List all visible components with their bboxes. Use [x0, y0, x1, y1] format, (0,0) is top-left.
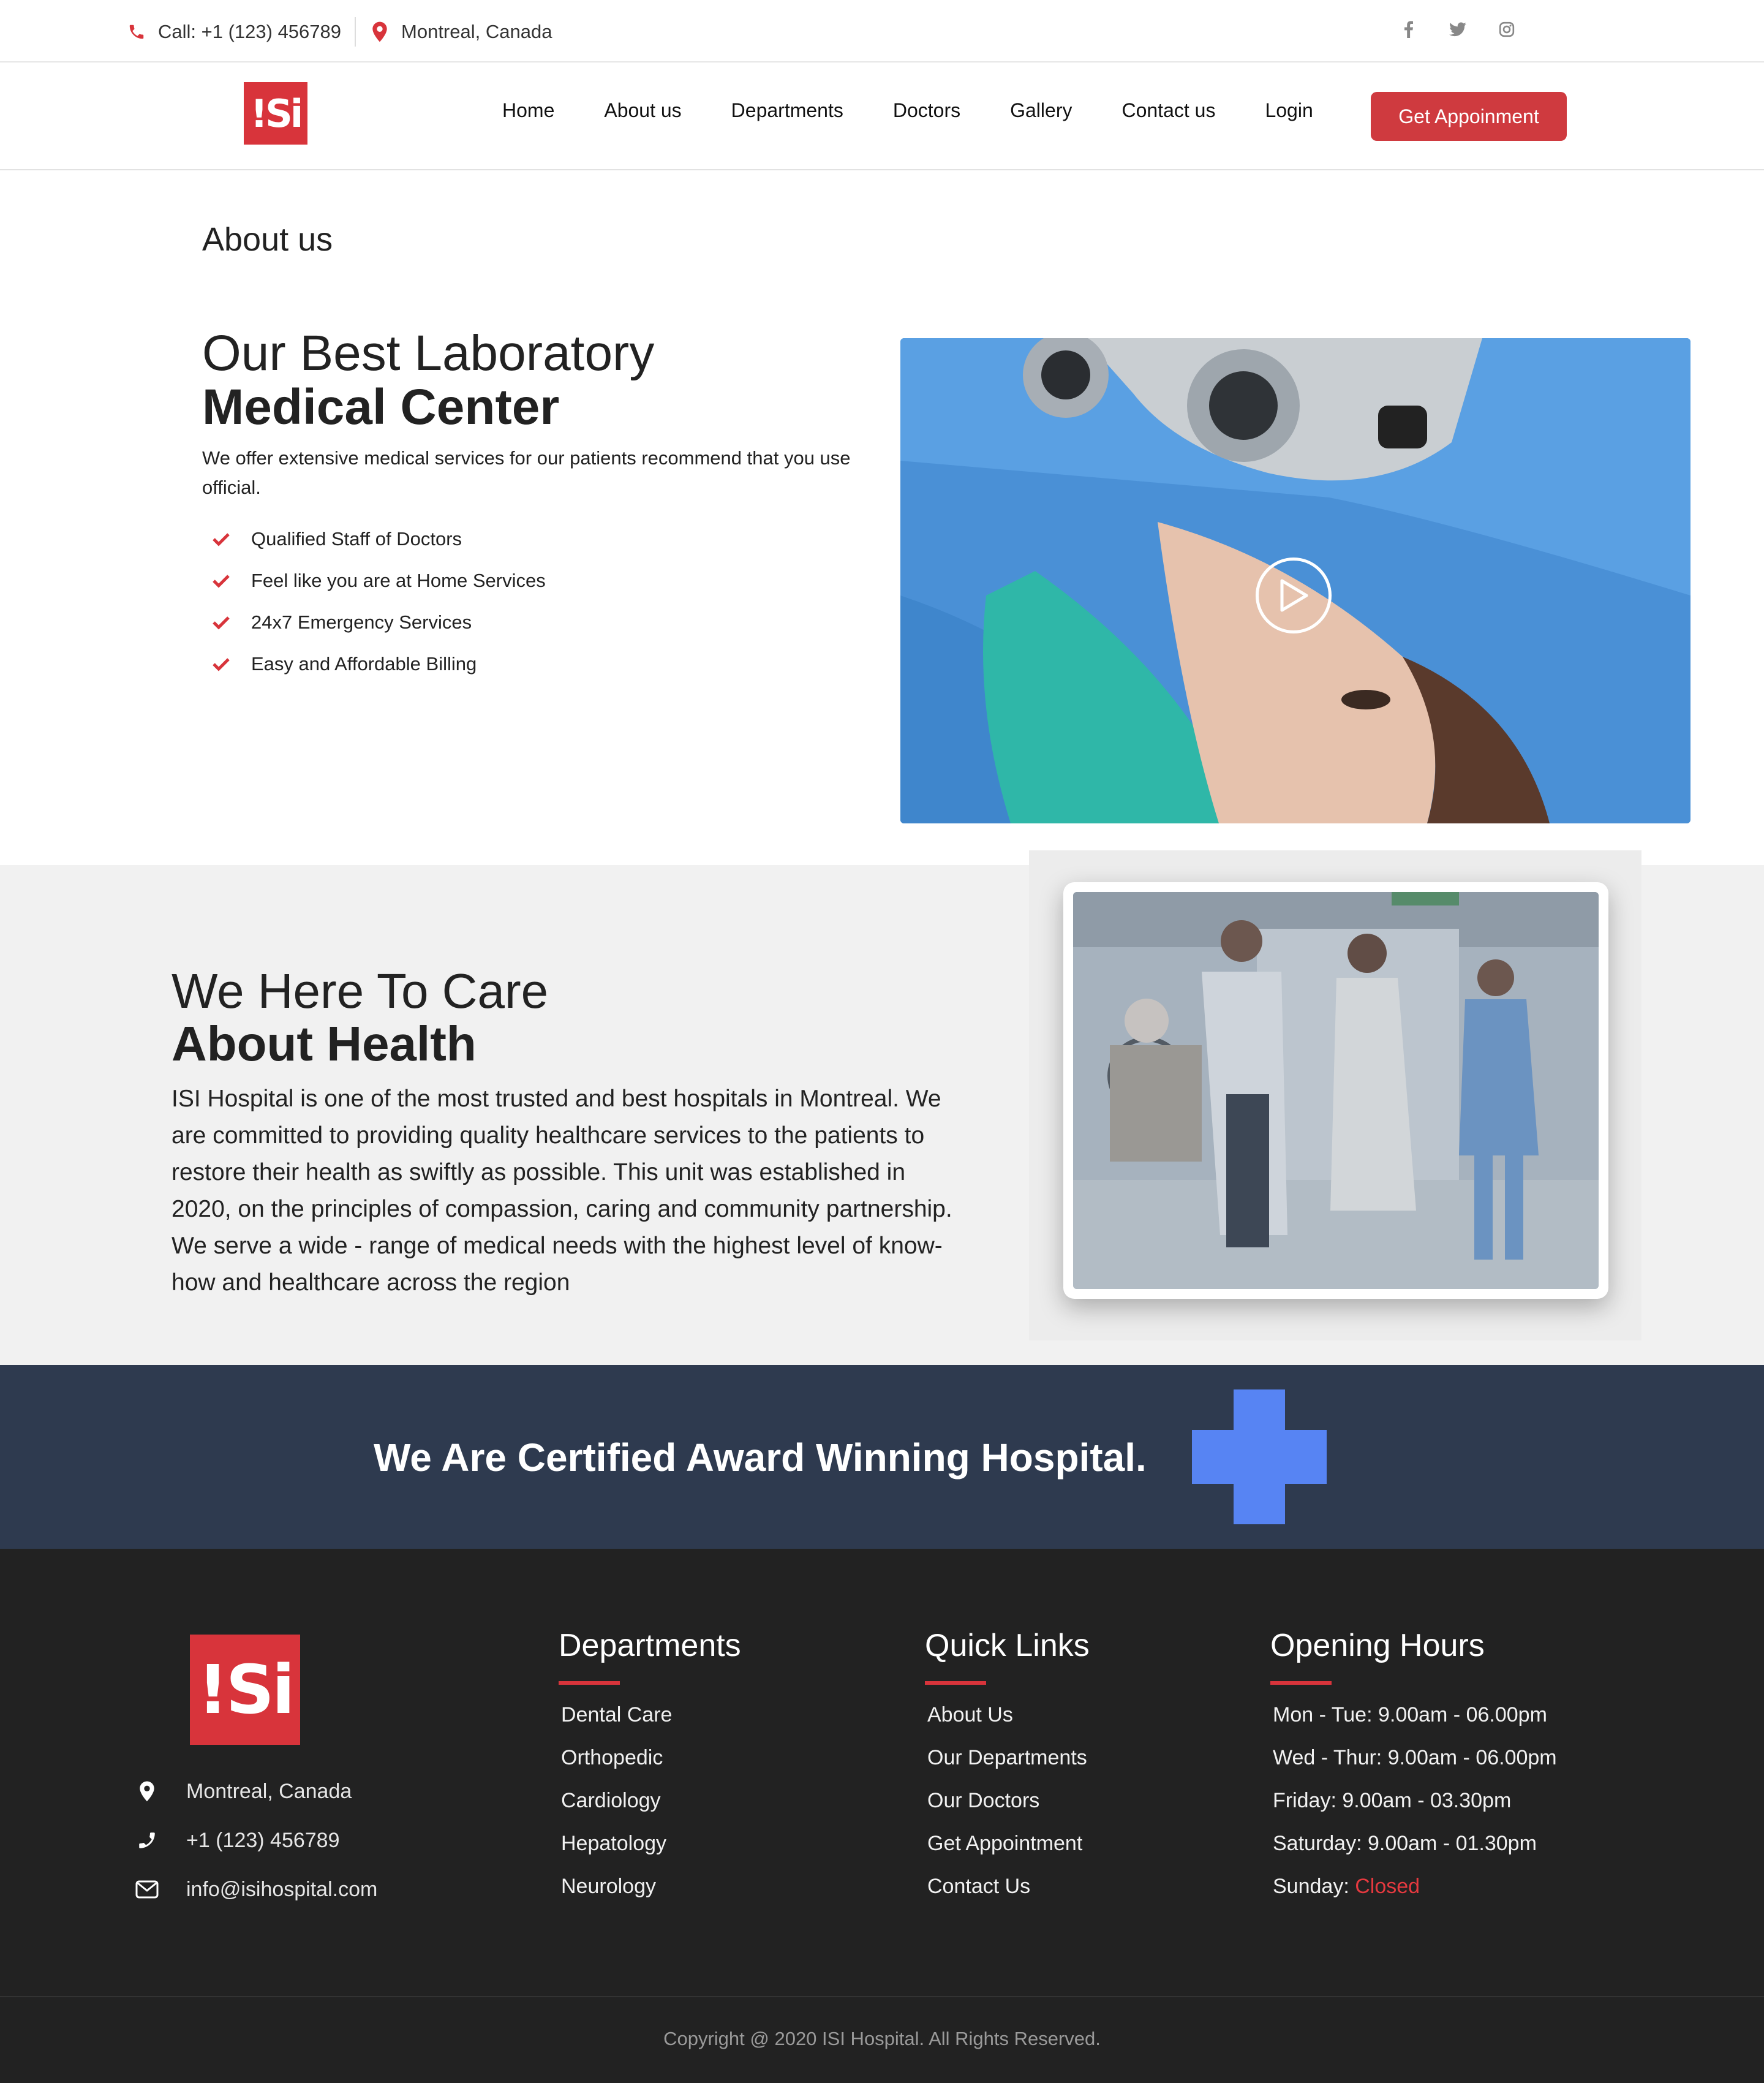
feature-item: Easy and Affordable Billing — [212, 643, 546, 685]
quick-link[interactable]: About Us — [925, 1693, 1090, 1736]
quick-link[interactable]: Contact Us — [925, 1865, 1090, 1908]
footer-logo-text: !Si — [197, 1650, 295, 1729]
hours-row: Mon - Tue: 9.00am - 06.00pm — [1273, 1703, 1547, 1726]
footer-phone-text[interactable]: +1 (123) 456789 — [186, 1829, 339, 1853]
page-title: About us — [202, 221, 333, 258]
lab-video-thumbnail[interactable] — [900, 338, 1691, 823]
nav-about-us[interactable]: About us — [604, 99, 681, 122]
title-underline — [1270, 1681, 1332, 1685]
map-pin-icon — [135, 1780, 159, 1802]
department-link[interactable]: Neurology — [559, 1865, 741, 1908]
nav-gallery[interactable]: Gallery — [1010, 99, 1072, 122]
footer-hours-title: Opening Hours — [1270, 1628, 1485, 1663]
check-icon — [212, 657, 233, 671]
hours-row: Wed - Thur: 9.00am - 06.00pm — [1273, 1746, 1557, 1769]
about-description: We offer extensive medical services for … — [202, 447, 851, 498]
feature-item: Qualified Staff of Doctors — [212, 518, 546, 560]
care-description: ISI Hospital is one of the most trusted … — [172, 1086, 952, 1296]
feature-list: Qualified Staff of Doctors Feel like you… — [212, 518, 546, 685]
feature-label: Feel like you are at Home Services — [251, 570, 546, 591]
about-heading-bold: Medical Center — [202, 379, 560, 435]
feature-label: Easy and Affordable Billing — [251, 653, 477, 675]
department-link[interactable]: Cardiology — [559, 1779, 741, 1822]
top-contact: Call: +1 (123) 456789 Montreal, Canada — [126, 17, 552, 47]
footer-email-text[interactable]: info@isihospital.com — [186, 1878, 377, 1902]
site-logo[interactable]: !Si — [244, 82, 307, 145]
care-heading-light: We Here To Care — [172, 964, 549, 1018]
envelope-icon — [135, 1880, 159, 1899]
award-text: We Are Certified Award Winning Hospital. — [374, 1435, 1147, 1480]
nav-login[interactable]: Login — [1265, 99, 1313, 122]
map-pin-icon — [369, 21, 390, 42]
nav-contact-us[interactable]: Contact us — [1121, 99, 1215, 122]
footer-phone: +1 (123) 456789 — [135, 1816, 377, 1865]
top-location-text: Montreal, Canada — [401, 21, 552, 42]
nav-doctors[interactable]: Doctors — [893, 99, 960, 122]
title-underline — [559, 1681, 620, 1685]
hours-row: Saturday: 9.00am - 01.30pm — [1273, 1832, 1537, 1855]
check-icon — [212, 532, 233, 546]
top-phone-text[interactable]: Call: +1 (123) 456789 — [158, 21, 341, 43]
hospital-corridor-photo — [1073, 892, 1599, 1289]
top-bar: Call: +1 (123) 456789 Montreal, Canada — [0, 0, 1764, 62]
phone-icon — [126, 21, 147, 42]
main-navbar: !Si Home About us Departments Doctors Ga… — [0, 62, 1764, 170]
feature-label: 24x7 Emergency Services — [251, 611, 472, 633]
phone-icon — [135, 1830, 159, 1851]
feature-item: 24x7 Emergency Services — [212, 602, 546, 643]
footer-quick-links: Quick Links About Us Our Departments Our… — [925, 1627, 1090, 1908]
footer-quick-links-title: Quick Links — [925, 1628, 1090, 1663]
award-banner: We Are Certified Award Winning Hospital. — [0, 1365, 1764, 1549]
check-icon — [212, 573, 233, 588]
hours-row-sunday: Sunday: Closed — [1270, 1865, 1557, 1908]
nav-home[interactable]: Home — [502, 99, 554, 122]
quick-link[interactable]: Our Departments — [925, 1736, 1090, 1779]
get-appointment-button[interactable]: Get Appoinment — [1371, 92, 1567, 141]
footer-departments-title: Departments — [559, 1628, 741, 1663]
footer-contact: Montreal, Canada +1 (123) 456789 info@is… — [135, 1767, 377, 1914]
instagram-icon[interactable] — [1497, 20, 1517, 39]
site-footer: !Si Montreal, Canada +1 (123) 456789 inf… — [0, 1549, 1764, 2083]
sunday-label: Sunday: — [1273, 1875, 1355, 1898]
hospital-photo-frame — [1063, 882, 1608, 1299]
logo-text: !Si — [250, 91, 303, 136]
hours-row: Friday: 9.00am - 03.30pm — [1273, 1789, 1512, 1812]
facebook-icon[interactable] — [1399, 20, 1419, 39]
about-heading-light: Our Best Laboratory — [202, 325, 655, 381]
check-icon — [212, 615, 233, 630]
footer-location-text: Montreal, Canada — [186, 1779, 352, 1803]
play-icon[interactable] — [1256, 558, 1332, 633]
title-underline — [925, 1681, 986, 1685]
footer-opening-hours: Opening Hours Mon - Tue: 9.00am - 06.00p… — [1270, 1627, 1557, 1908]
feature-item: Feel like you are at Home Services — [212, 560, 546, 602]
nav-departments[interactable]: Departments — [731, 99, 843, 122]
twitter-icon[interactable] — [1448, 20, 1468, 39]
department-link[interactable]: Hepatology — [559, 1822, 741, 1865]
footer-location: Montreal, Canada — [135, 1767, 377, 1816]
quick-link[interactable]: Get Appointment — [925, 1822, 1090, 1865]
care-heading-bold: About Health — [172, 1016, 477, 1071]
department-link[interactable]: Orthopedic — [559, 1736, 741, 1779]
footer-bottom: Copyright @ 2020 ISI Hospital. All Right… — [0, 1996, 1764, 2083]
care-section: We Here To Care About Health ISI Hospita… — [0, 850, 1764, 1365]
footer-departments: Departments Dental Care Orthopedic Cardi… — [559, 1627, 741, 1908]
sunday-closed-status: Closed — [1355, 1875, 1420, 1898]
social-links — [1399, 20, 1517, 39]
divider — [355, 17, 356, 47]
feature-label: Qualified Staff of Doctors — [251, 528, 462, 550]
medical-cross-icon — [1192, 1430, 1327, 1484]
footer-email: info@isihospital.com — [135, 1865, 377, 1914]
department-link[interactable]: Dental Care — [559, 1693, 741, 1736]
quick-link[interactable]: Our Doctors — [925, 1779, 1090, 1822]
footer-logo[interactable]: !Si — [190, 1635, 300, 1745]
main-menu: Home About us Departments Doctors Galler… — [502, 99, 1313, 122]
copyright-text: Copyright @ 2020 ISI Hospital. All Right… — [663, 2028, 1101, 2049]
